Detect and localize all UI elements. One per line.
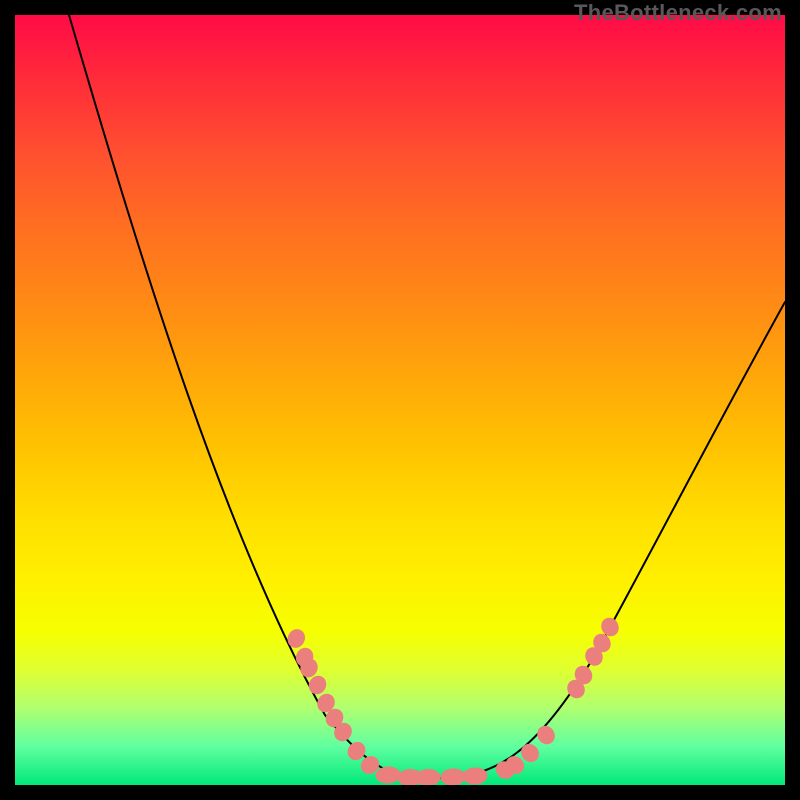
curve-markers [285,615,621,785]
curve-line [69,15,785,778]
watermark-text: TheBottleneck.com [574,0,782,26]
chart-svg [15,15,785,785]
chart-frame: TheBottleneck.com [0,0,800,800]
plot-area [15,15,785,785]
